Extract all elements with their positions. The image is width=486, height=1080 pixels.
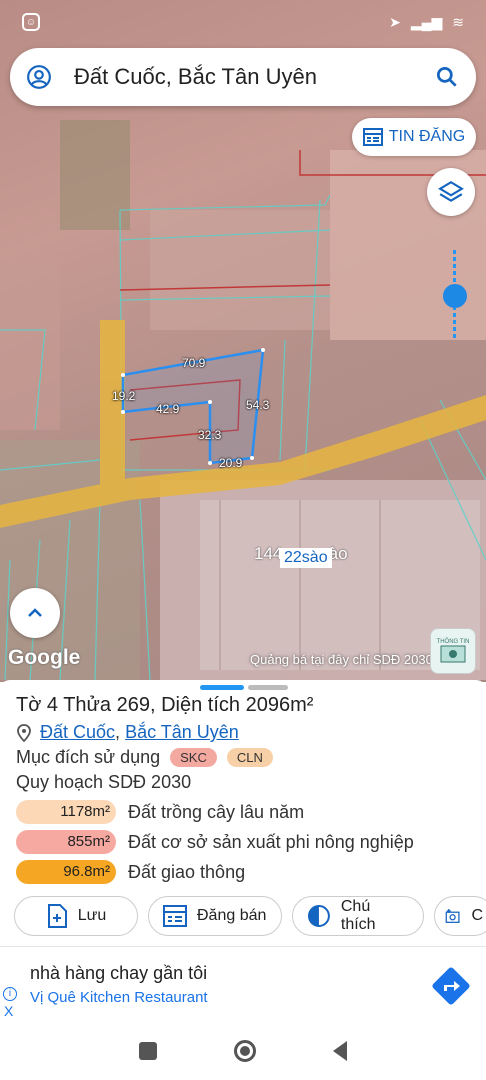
parcel-info-sheet: Tờ 4 Thửa 269, Diện tích 2096m² Đất Cuốc… — [0, 680, 486, 946]
location-link-district[interactable]: Bắc Tân Uyên — [125, 722, 239, 743]
expand-up-button[interactable] — [10, 588, 60, 638]
google-logo: Google — [8, 646, 81, 669]
camera-label: C — [471, 907, 483, 924]
parcel-title: Tờ 4 Thửa 269, Diện tích 2096m² — [16, 694, 314, 716]
system-nav-bar — [0, 1022, 486, 1080]
land-use-chip-skc[interactable]: SKC — [170, 748, 217, 767]
signal-icon: ▂▄▆ — [410, 13, 443, 30]
planning-row: 96.8m² Đất giao thông — [16, 860, 245, 884]
opacity-slider[interactable] — [443, 250, 467, 340]
search-bar[interactable]: Đất Cuốc, Bắc Tân Uyên — [10, 48, 476, 106]
map-info-icon — [440, 645, 466, 663]
parcel-location: Đất Cuốc , Bắc Tân Uyên — [16, 722, 239, 743]
app-notification-icon: ☺ — [22, 13, 40, 31]
action-buttons: Lưu Đăng bán Chú thích C — [14, 896, 486, 936]
planning-area-value: 855m² — [16, 830, 116, 854]
dimension-label: 20.9 — [219, 456, 243, 470]
search-input[interactable]: Đất Cuốc, Bắc Tân Uyên — [74, 64, 434, 90]
back-icon[interactable] — [333, 1041, 348, 1061]
dimension-label: 32.3 — [198, 428, 222, 442]
ad-info-icon[interactable]: i — [3, 987, 17, 1001]
camera-button[interactable]: C — [434, 896, 486, 936]
legend-button[interactable]: Chú thích — [292, 896, 424, 936]
status-bar: ☺ ➤ ▂▄▆ ≋ — [0, 0, 486, 44]
planning-type-label: Đất giao thông — [128, 861, 246, 882]
sheet-page-indicator-active[interactable] — [200, 685, 244, 690]
planning-row: 1178m² Đất trồng cây lâu năm — [16, 800, 304, 824]
tin-dang-button[interactable]: TIN ĐĂNG — [352, 118, 476, 156]
ad-close-icon[interactable]: X — [4, 1003, 13, 1019]
ad-subtitle[interactable]: Vị Quê Kitchen Restaurant — [30, 989, 208, 1006]
location-link-commune[interactable]: Đất Cuốc — [40, 722, 115, 743]
recent-apps-icon[interactable] — [138, 1042, 157, 1060]
planning-area-value: 1178m² — [16, 800, 116, 824]
dimension-label: 42.9 — [156, 402, 180, 416]
home-icon[interactable] — [233, 1040, 256, 1062]
map-view[interactable]: 70.9 19.2 42.9 54.3 32.3 20.9 144 sào 22… — [0, 0, 486, 682]
ad-title[interactable]: nhà hàng chay gần tôi — [30, 963, 207, 984]
sheet-handle[interactable] — [200, 685, 288, 690]
save-label: Lưu — [77, 907, 107, 924]
planning-title: Quy hoạch SDĐ 2030 — [16, 772, 192, 792]
location-icon: ➤ — [389, 13, 401, 30]
add-document-icon — [47, 904, 67, 928]
directions-icon[interactable] — [430, 965, 472, 1007]
location-separator: , — [115, 722, 126, 742]
planning-type-label: Đất trồng cây lâu năm — [128, 801, 305, 822]
listing-icon — [362, 128, 383, 146]
tin-dang-label: TIN ĐĂNG — [388, 128, 466, 145]
sheet-page-indicator[interactable] — [248, 685, 288, 690]
planning-area-value: 96.8m² — [16, 860, 116, 884]
contrast-icon — [307, 905, 330, 927]
thong-tin-button[interactable]: THÔNG TIN — [430, 628, 476, 674]
slider-thumb[interactable] — [443, 284, 467, 308]
planning-row: 855m² Đất cơ sở sản xuất phi nông nghiệp — [16, 830, 414, 854]
planning-type-label: Đất cơ sở sản xuất phi nông nghiệp — [128, 831, 414, 852]
listing-icon — [163, 905, 187, 927]
layers-icon — [438, 180, 464, 202]
land-use-chip-cln[interactable]: CLN — [226, 748, 273, 767]
ad-banner[interactable]: i X nhà hàng chay gần tôi Vị Quê Kitchen… — [0, 946, 486, 1022]
layers-button[interactable] — [427, 168, 475, 216]
land-use-purpose: Mục đích sử dụng SKC CLN — [16, 747, 273, 768]
area-badge: 22sào — [280, 548, 332, 568]
screen: 70.9 19.2 42.9 54.3 32.3 20.9 144 sào 22… — [0, 0, 486, 1080]
purpose-label: Mục đích sử dụng — [16, 747, 161, 767]
map-ad-text[interactable]: Quảng bá tại đây chỉ SDĐ 2030 — [250, 652, 433, 667]
add-photo-icon — [445, 909, 460, 923]
post-sale-button[interactable]: Đăng bán — [148, 896, 282, 936]
dimension-label: 19.2 — [112, 389, 136, 403]
legend-label: Chú thích — [340, 898, 376, 933]
status-icons: ➤ ▂▄▆ ≋ — [389, 14, 464, 31]
save-button[interactable]: Lưu — [14, 896, 138, 936]
post-sale-label: Đăng bán — [197, 907, 267, 924]
dimension-label: 54.3 — [246, 398, 270, 412]
location-pin-icon — [17, 723, 31, 742]
wifi-icon: ≋ — [452, 13, 464, 30]
dimension-label: 70.9 — [182, 356, 206, 370]
search-icon[interactable] — [434, 64, 460, 90]
account-icon[interactable] — [26, 64, 52, 90]
chevron-up-icon — [28, 608, 42, 617]
